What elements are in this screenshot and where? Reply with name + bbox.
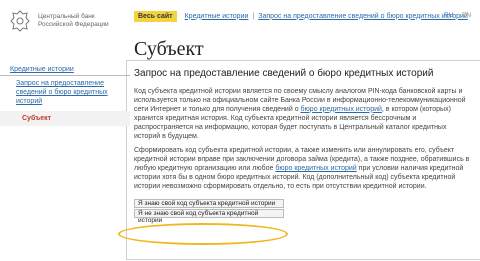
breadcrumb-request-info[interactable]: Запрос на предоставление сведений о бюро… <box>258 13 468 20</box>
sidebar-item-request-info[interactable]: Запрос на предоставление сведений о бюро… <box>0 76 130 109</box>
whole-site-link[interactable]: Весь сайт <box>134 10 177 22</box>
paragraph-code-creation: Сформировать код субъекта кредитной исто… <box>134 147 470 191</box>
know-code-button[interactable]: Я знаю свой код субъекта кредитной истор… <box>134 198 284 208</box>
sidebar-item-credit-histories[interactable]: Кредитные истории <box>0 64 130 76</box>
lang-ru-link[interactable]: RU <box>444 12 453 19</box>
paragraph-code-description: Код субъекта кредитной истории является … <box>134 88 466 140</box>
top-navigation: Весь сайт Кредитные истории | Запрос на … <box>134 10 468 22</box>
lang-en-link[interactable]: EN <box>462 12 471 19</box>
breadcrumb-separator: | <box>252 12 255 20</box>
breadcrumb-credit-histories[interactable]: Кредитные истории <box>185 13 249 20</box>
main-content: Запрос на предоставление сведений о бюро… <box>134 68 470 224</box>
sidebar-item-subject[interactable]: Субъект <box>0 111 130 126</box>
code-options: Я знаю свой код субъекта кредитной истор… <box>134 198 470 224</box>
credit-bureau-link-2[interactable]: бюро кредитных историй <box>275 165 356 172</box>
credit-bureau-link-1[interactable]: бюро кредитных историй <box>301 106 382 113</box>
bank-emblem-icon <box>10 10 30 32</box>
sidebar: Кредитные истории Запрос на предоставлен… <box>0 64 130 126</box>
page-title: Субъект <box>134 38 204 60</box>
content-heading: Запрос на предоставление сведений о бюро… <box>134 68 434 79</box>
highlight-ellipse <box>118 223 288 245</box>
bank-name: Центральный банк Российской Федерации <box>38 13 109 28</box>
dont-know-code-button[interactable]: Я не знаю свой код субъекта кредитной ис… <box>134 208 284 224</box>
